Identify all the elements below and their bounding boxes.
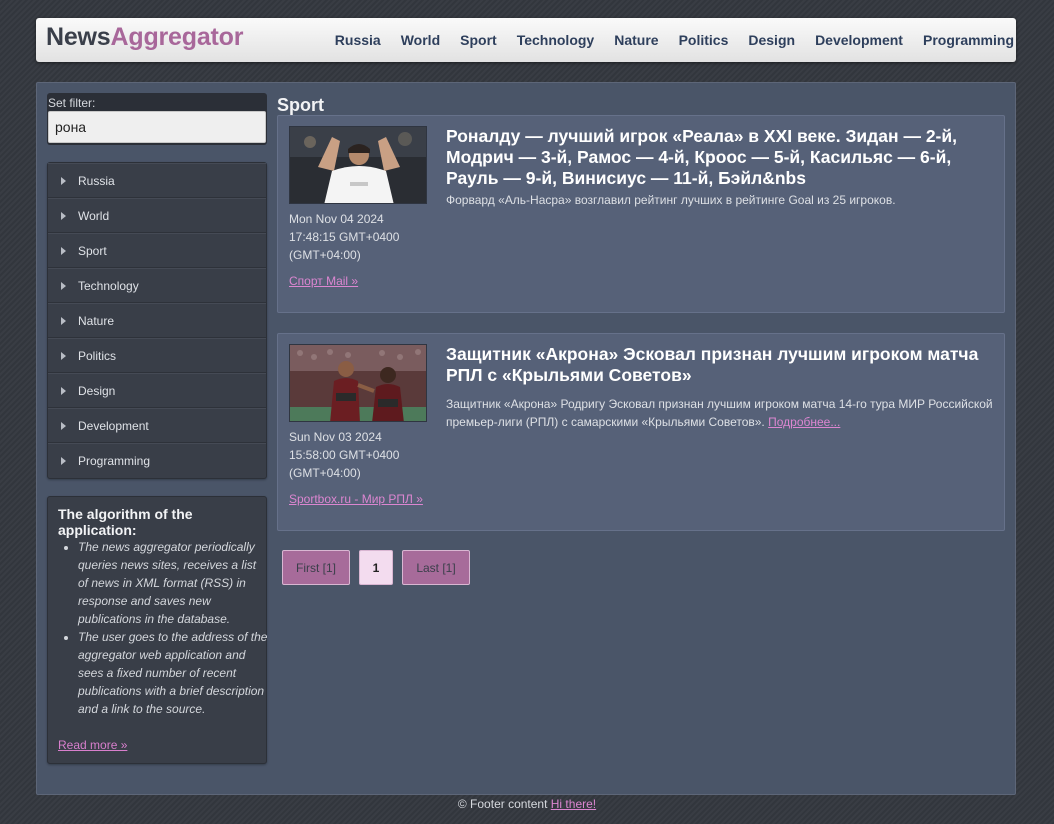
sidebar-item-programming[interactable]: Programming — [48, 443, 266, 478]
pagination: First [1] 1 Last [1] — [282, 550, 479, 585]
sidebar-item-label: Russia — [78, 173, 115, 188]
news-item: Mon Nov 04 2024 17:48:15 GMT+0400 (GMT+0… — [277, 115, 1005, 313]
news-title[interactable]: Защитник «Акрона» Эсковал признан лучшим… — [446, 344, 998, 386]
sidebar-item-world[interactable]: World — [48, 198, 266, 233]
sidebar-item-development[interactable]: Development — [48, 408, 266, 443]
sidebar-item-label: Politics — [78, 348, 117, 363]
site-logo[interactable]: NewsAggregator — [46, 23, 243, 52]
sidebar-item-design[interactable]: Design — [48, 373, 266, 408]
filter-panel: Set filter: — [47, 93, 267, 145]
sidebar-item-label: World — [78, 208, 110, 223]
nav-link-nature[interactable]: Nature — [614, 32, 658, 48]
news-date-time: 17:48:15 GMT+0400 — [289, 230, 400, 244]
news-date-day: Sun Nov 03 2024 — [289, 430, 382, 444]
main-container: Set filter: Russia World Sport Technolog… — [36, 82, 1016, 795]
news-item: Sun Nov 03 2024 15:58:00 GMT+0400 (GMT+0… — [277, 333, 1005, 531]
nav-link-politics[interactable]: Politics — [679, 32, 729, 48]
news-title[interactable]: Роналду — лучший игрок «Реала» в XXI век… — [446, 126, 998, 189]
sidebar-item-sport[interactable]: Sport — [48, 233, 266, 268]
filter-label: Set filter: — [48, 96, 96, 110]
sidebar-item-label: Programming — [78, 454, 151, 468]
nav-link-programming[interactable]: Programming — [923, 32, 1014, 48]
algorithm-step: The news aggregator periodically queries… — [78, 538, 268, 628]
sidebar-item-label: Nature — [78, 313, 115, 328]
news-date: Sun Nov 03 2024 15:58:00 GMT+0400 (GMT+0… — [289, 428, 429, 482]
algorithm-list: The news aggregator periodically queries… — [78, 538, 268, 718]
sidebar-item-label: Design — [78, 383, 116, 398]
arrow-right-icon — [61, 421, 66, 430]
nav-link-russia[interactable]: Russia — [335, 32, 381, 48]
arrow-right-icon — [61, 246, 66, 255]
top-navigation: Russia World Sport Technology Nature Pol… — [335, 32, 1016, 48]
current-page-button[interactable]: 1 — [359, 550, 393, 585]
footer-link[interactable]: Hi there! — [551, 797, 596, 811]
news-description: Защитник «Акрона» Родригу Эсковал призна… — [446, 395, 998, 431]
logo-text-news: News — [46, 23, 111, 51]
last-page-button[interactable]: Last [1] — [402, 550, 470, 585]
algorithm-title: The algorithm of the application: — [58, 506, 193, 538]
sidebar-item-technology[interactable]: Technology — [48, 268, 266, 303]
arrow-right-icon — [61, 211, 66, 220]
arrow-right-icon — [61, 176, 66, 185]
section-title: Sport — [277, 95, 324, 115]
sidebar-item-label: Sport — [78, 243, 107, 258]
arrow-right-icon — [61, 386, 66, 395]
nav-link-technology[interactable]: Technology — [517, 32, 595, 48]
first-page-button[interactable]: First [1] — [282, 550, 350, 585]
news-date-day: Mon Nov 04 2024 — [289, 212, 384, 226]
news-date-time: 15:58:00 GMT+0400 — [289, 448, 400, 462]
news-thumbnail-image[interactable] — [289, 344, 427, 422]
news-source-link[interactable]: Sportbox.ru - Мир РПЛ » — [289, 492, 423, 506]
site-footer: © Footer content Hi there! — [0, 797, 1054, 811]
nav-link-world[interactable]: World — [401, 32, 440, 48]
news-more-link[interactable]: Подробнее... — [768, 415, 840, 429]
footer-text: © Footer content — [457, 797, 551, 811]
logo-text-aggregator: Aggregator — [110, 23, 244, 51]
arrow-right-icon — [61, 316, 66, 325]
nav-link-development[interactable]: Development — [815, 32, 903, 48]
filter-input[interactable] — [48, 111, 266, 143]
news-description: Форвард «Аль-Насра» возглавил рейтинг лу… — [446, 191, 998, 209]
sidebar-item-nature[interactable]: Nature — [48, 303, 266, 338]
nav-link-design[interactable]: Design — [748, 32, 795, 48]
news-description-text: Форвард «Аль-Насра» возглавил рейтинг лу… — [446, 193, 896, 207]
sidebar-item-label: Development — [78, 418, 149, 433]
site-header: NewsAggregator Russia World Sport Techno… — [36, 18, 1016, 62]
news-description-text: Защитник «Акрона» Родригу Эсковал призна… — [446, 397, 993, 429]
algorithm-panel: The algorithm of the application: The ne… — [47, 496, 267, 764]
arrow-right-icon — [61, 281, 66, 290]
news-date-timezone: (GMT+04:00) — [289, 466, 361, 480]
sidebar-item-politics[interactable]: Politics — [48, 338, 266, 373]
category-menu: Russia World Sport Technology Nature Pol… — [47, 162, 267, 479]
news-date: Mon Nov 04 2024 17:48:15 GMT+0400 (GMT+0… — [289, 210, 429, 264]
algorithm-step: The user goes to the address of the aggr… — [78, 628, 268, 718]
arrow-right-icon — [61, 351, 66, 360]
news-date-timezone: (GMT+04:00) — [289, 248, 361, 262]
arrow-right-icon — [61, 457, 66, 465]
sidebar-item-label: Technology — [78, 278, 139, 293]
read-more-link[interactable]: Read more » — [58, 738, 127, 752]
sidebar-item-russia[interactable]: Russia — [48, 163, 266, 198]
news-source-link[interactable]: Спорт Mail » — [289, 274, 358, 288]
nav-link-sport[interactable]: Sport — [460, 32, 497, 48]
news-thumbnail-image[interactable] — [289, 126, 427, 204]
